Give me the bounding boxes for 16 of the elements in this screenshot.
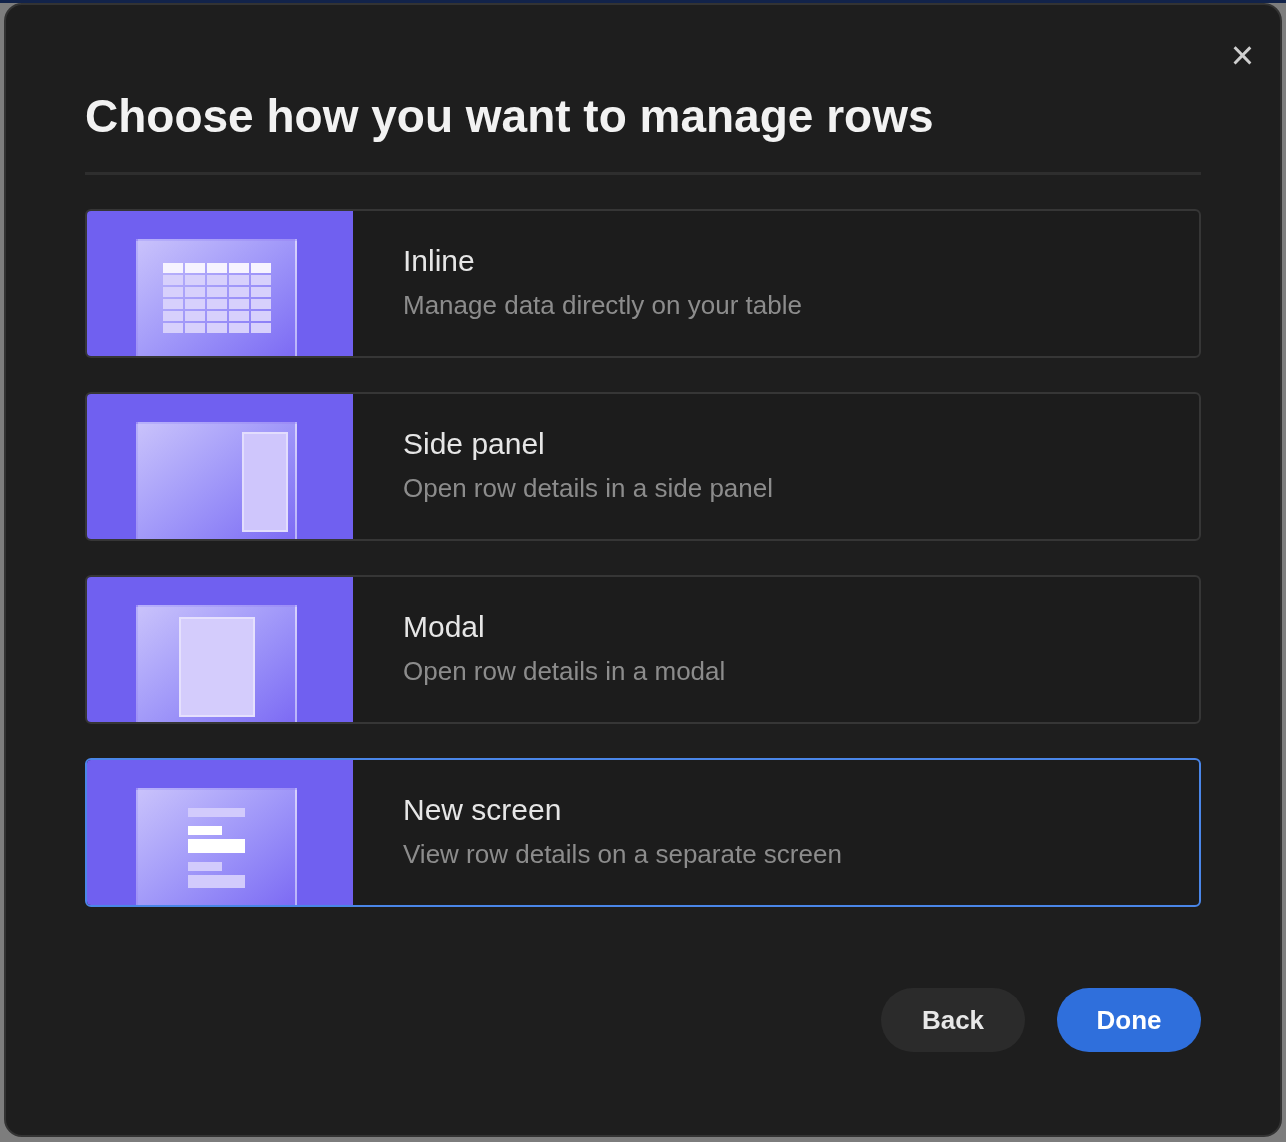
- done-button[interactable]: Done: [1057, 988, 1201, 1053]
- option-card[interactable]: New screen View row details on a separate screen: [85, 758, 1201, 908]
- option-description: Open row details in a modal: [403, 655, 726, 688]
- option-title: Inline: [403, 242, 476, 279]
- option-card[interactable]: Modal Open row details in a modal: [85, 575, 1201, 725]
- option-card[interactable]: Inline Manage data directly on your table: [85, 209, 1201, 359]
- option-description: Open row details in a side panel: [403, 472, 773, 505]
- option-description: Manage data directly on your table: [403, 289, 802, 322]
- dialog-title: Choose how you want to manage rows: [85, 89, 1201, 176]
- option-description: View row details on a separate screen: [403, 838, 842, 871]
- option-title: New screen: [403, 791, 563, 828]
- option-title: Modal: [403, 608, 486, 645]
- option-title: Side panel: [403, 425, 546, 462]
- option-card[interactable]: Side panel Open row details in a side panel: [85, 392, 1201, 542]
- close-icon[interactable]: ×: [1230, 35, 1254, 75]
- back-button[interactable]: Back: [881, 988, 1025, 1053]
